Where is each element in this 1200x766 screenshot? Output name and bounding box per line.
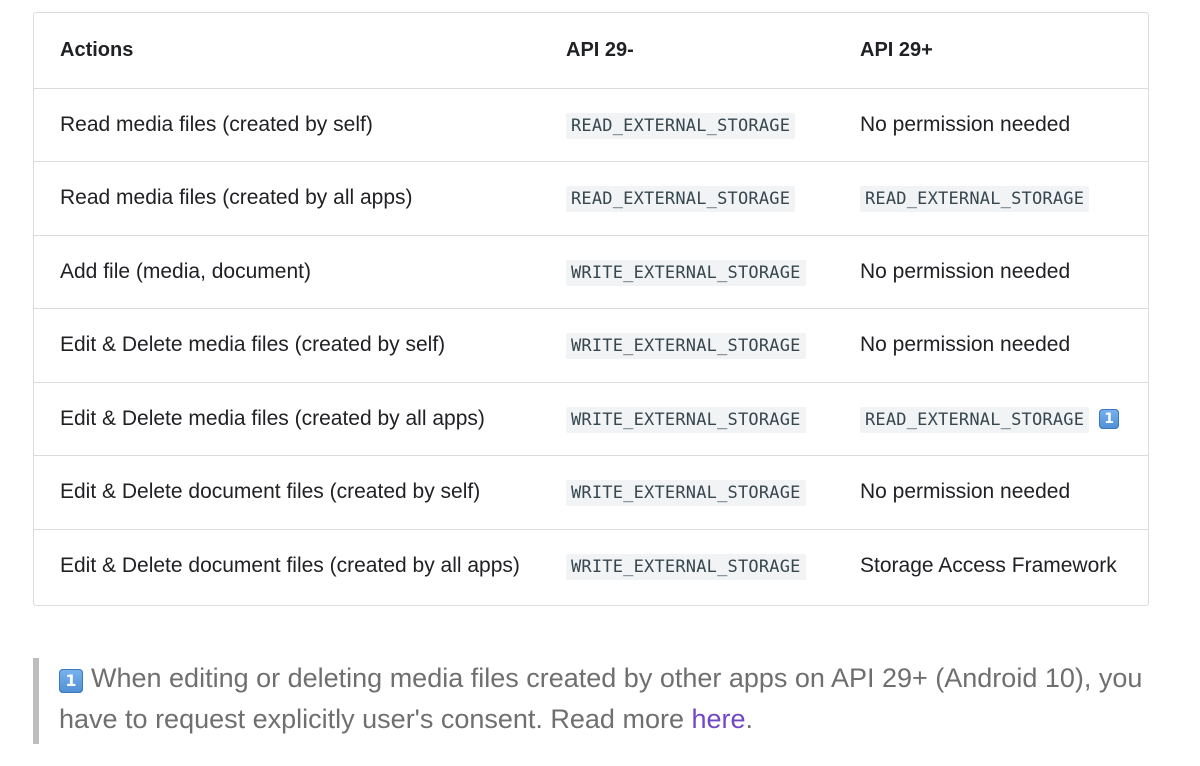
- table-row: Edit & Delete media files (created by se…: [34, 308, 1148, 383]
- permission-code: WRITE_EXTERNAL_STORAGE: [566, 480, 806, 507]
- permission-code: WRITE_EXTERNAL_STORAGE: [566, 554, 806, 580]
- action-cell: Edit & Delete document files (created by…: [34, 455, 540, 530]
- api-old-cell: WRITE_EXTERNAL_STORAGE: [540, 308, 837, 383]
- action-cell: Read media files (created by self): [34, 88, 540, 162]
- api-old-cell: READ_EXTERNAL_STORAGE: [540, 161, 837, 236]
- permissions-table: Actions API 29- API 29+ Read media files…: [33, 12, 1149, 606]
- table-row: Edit & Delete document files (created by…: [34, 455, 1148, 530]
- action-cell: Read media files (created by all apps): [34, 161, 540, 236]
- permission-code: READ_EXTERNAL_STORAGE: [566, 186, 796, 213]
- table-row: Add file (media, document) WRITE_EXTERNA…: [34, 235, 1148, 309]
- api-old-cell: WRITE_EXTERNAL_STORAGE: [540, 235, 837, 309]
- action-cell: Edit & Delete media files (created by se…: [34, 308, 540, 383]
- footnote-text: When editing or deleting media files cre…: [59, 663, 1143, 734]
- action-cell: Edit & Delete media files (created by al…: [34, 382, 540, 456]
- footnote-blockquote: 1 When editing or deleting media files cr…: [33, 658, 1143, 744]
- keycap-one-icon: 1: [1099, 408, 1120, 429]
- api-old-cell: READ_EXTERNAL_STORAGE: [540, 88, 837, 162]
- api-new-cell: Storage Access Framework: [860, 554, 1117, 577]
- permission-code: READ_EXTERNAL_STORAGE: [860, 406, 1090, 433]
- api-new-cell: READ_EXTERNAL_STORAGE: [837, 161, 1148, 236]
- table-row: Edit & Delete document files (created by…: [34, 529, 1148, 603]
- permission-code: WRITE_EXTERNAL_STORAGE: [566, 333, 806, 360]
- action-cell: Add file (media, document): [34, 235, 540, 309]
- table-row: Edit & Delete media files (created by al…: [34, 382, 1148, 456]
- table-row: Read media files (created by self) READ_…: [34, 88, 1148, 162]
- footnote-suffix: .: [745, 704, 754, 734]
- api-new-cell: No permission needed: [837, 88, 1148, 162]
- table-row: Read media files (created by all apps) R…: [34, 161, 1148, 236]
- read-more-link[interactable]: here: [691, 704, 745, 734]
- api-new-cell: No permission needed: [837, 455, 1148, 530]
- permission-code: WRITE_EXTERNAL_STORAGE: [566, 259, 806, 286]
- action-cell: Edit & Delete document files (created by…: [60, 554, 520, 577]
- table-header-row: Actions API 29- API 29+: [34, 13, 1148, 89]
- permission-code: READ_EXTERNAL_STORAGE: [566, 112, 796, 139]
- header-actions: Actions: [34, 13, 540, 89]
- permission-code: READ_EXTERNAL_STORAGE: [860, 186, 1090, 213]
- keycap-one-icon: 1: [59, 669, 83, 693]
- api-old-cell: WRITE_EXTERNAL_STORAGE: [540, 529, 837, 603]
- header-api-29-plus: API 29+: [837, 13, 1148, 89]
- api-old-cell: WRITE_EXTERNAL_STORAGE: [540, 382, 837, 456]
- api-new-cell: No permission needed: [837, 308, 1148, 383]
- header-api-29-minus: API 29-: [540, 13, 837, 89]
- api-new-cell: No permission needed: [837, 235, 1148, 309]
- api-new-cell: READ_EXTERNAL_STORAGE 1: [837, 382, 1148, 456]
- permission-code: WRITE_EXTERNAL_STORAGE: [566, 406, 806, 433]
- api-old-cell: WRITE_EXTERNAL_STORAGE: [540, 455, 837, 530]
